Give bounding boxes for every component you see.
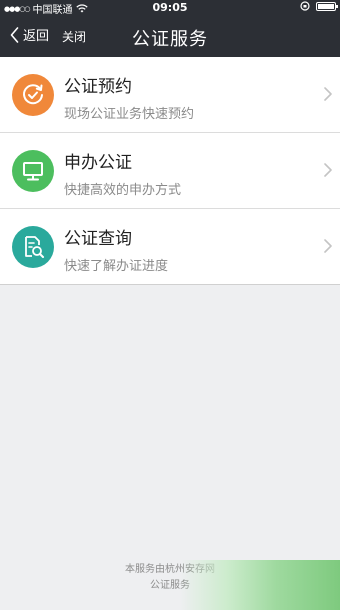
menu-item-subtitle: 快捷高效的申办方式: [64, 183, 182, 198]
document-search-icon: [12, 226, 54, 268]
menu-item-query[interactable]: 公证查询 快速了解办证进度: [0, 209, 340, 285]
status-bar: ●●●○○ 中国联通 09:05: [0, 0, 340, 16]
chevron-right-icon: [324, 163, 332, 177]
menu-item-apply[interactable]: 申办公证 快捷高效的申办方式: [0, 133, 340, 209]
status-right: [300, 1, 338, 11]
menu-item-title: 公证查询: [64, 229, 132, 249]
menu-item-title: 申办公证: [64, 153, 132, 173]
service-menu: 公证预约 现场公证业务快速预约 申办公证 快捷高效的申办方式 公证查询 快速了解…: [0, 57, 340, 285]
chevron-right-icon: [324, 239, 332, 253]
nav-bar: 返回 关闭 公证服务: [0, 17, 340, 57]
status-time: 09:05: [152, 1, 188, 14]
menu-item-title: 公证预约: [64, 77, 132, 97]
top-bar: ●●●○○ 中国联通 09:05 返回 关闭 公证服务: [0, 0, 340, 57]
menu-item-subtitle: 快速了解办证进度: [64, 259, 169, 274]
chevron-right-icon: [324, 87, 332, 101]
monitor-icon: [12, 150, 54, 192]
watermark-overlay: [180, 560, 340, 610]
rotation-lock-icon: [300, 1, 310, 11]
menu-item-appointment[interactable]: 公证预约 现场公证业务快速预约: [0, 57, 340, 133]
menu-item-subtitle: 现场公证业务快速预约: [64, 107, 195, 122]
battery-icon: [316, 1, 338, 11]
page-title: 公证服务: [132, 29, 208, 50]
clock-check-icon: [12, 74, 54, 116]
